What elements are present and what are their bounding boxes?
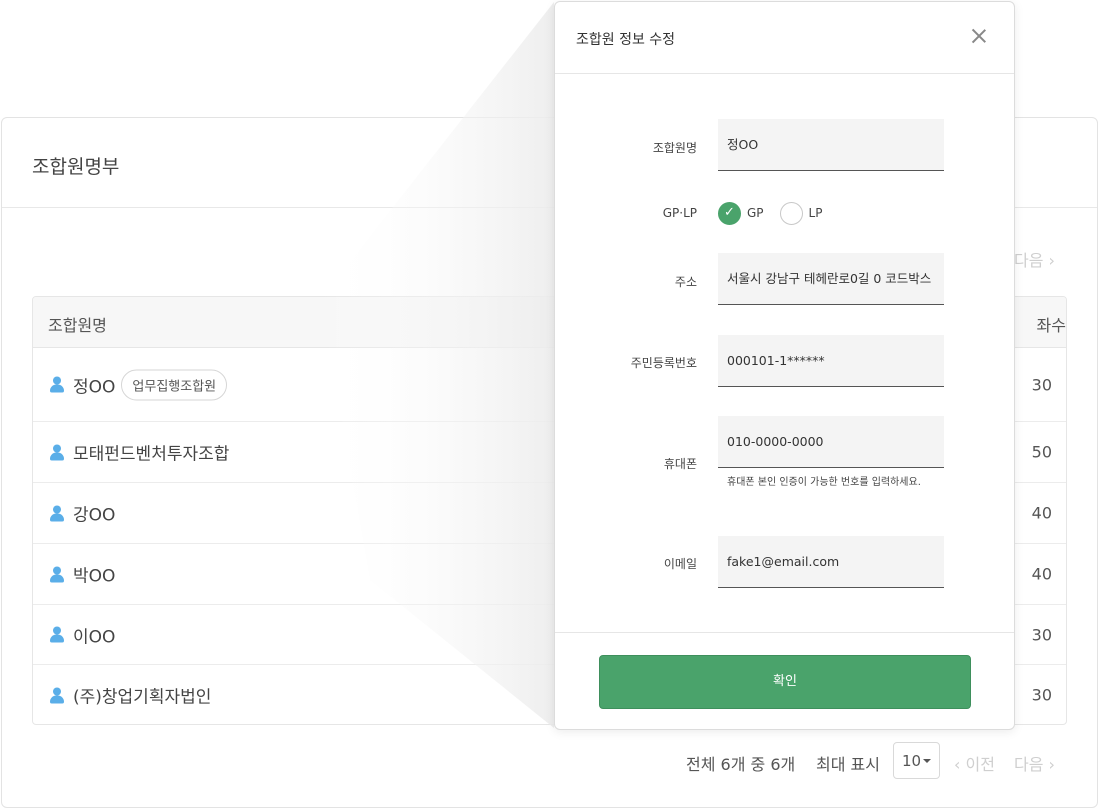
person-icon: [49, 444, 65, 460]
dialog-footer-divider: [555, 632, 1014, 633]
person-icon: [49, 376, 65, 393]
radio-lp-label[interactable]: LP: [809, 206, 823, 220]
role-badge: 업무집행조합원: [121, 369, 228, 400]
phone-field-value: 010-0000-0000: [727, 434, 824, 449]
card-title: 조합원명부: [32, 156, 120, 178]
type-radio-group: GP LP: [718, 201, 838, 225]
pagination-bar: 전체 6개 중 6개 최대 표시 10 ‹ 이전 다음 ›: [0, 742, 1100, 782]
share-count: 50: [1031, 442, 1052, 462]
email-field[interactable]: fake1@email.com: [718, 536, 944, 588]
member-cell: 박OO: [49, 562, 115, 587]
column-header-name[interactable]: 조합원명: [48, 312, 107, 336]
member-name: 이OO: [73, 627, 116, 647]
member-name: (주)창업기획자법인: [73, 687, 212, 708]
caret-down-icon: [923, 759, 931, 763]
rrn-label: 주민등록번호: [630, 356, 697, 370]
phone-label: 휴대폰: [663, 457, 697, 471]
page-size-value: 10: [902, 752, 922, 770]
dialog-title: 조합원 정보 수정: [576, 32, 676, 48]
confirm-button[interactable]: 확인: [599, 655, 971, 709]
top-next-link[interactable]: 다음 ›: [1014, 247, 1055, 271]
member-name: 정OO: [73, 377, 116, 397]
dialog-header: 조합원 정보 수정: [555, 2, 1014, 74]
column-header-count[interactable]: 좌수: [1037, 312, 1066, 336]
type-label: GP·LP: [662, 206, 697, 220]
close-icon[interactable]: [972, 29, 986, 43]
name-label: 조합원명: [652, 141, 697, 155]
radio-gp-label[interactable]: GP: [747, 206, 764, 220]
member-name: 박OO: [73, 566, 116, 587]
rrn-field-value: 000101-1******: [727, 353, 825, 368]
share-count: 30: [1031, 685, 1052, 705]
member-cell: 강OO: [49, 501, 115, 526]
phone-field[interactable]: 010-0000-0000: [718, 416, 944, 468]
member-cell: 모태펀드벤처투자조합: [49, 440, 229, 465]
share-count: 40: [1031, 564, 1052, 584]
edit-member-dialog: 조합원 정보 수정 조합원명 정OO GP·LP GP LP 주소 서울시 강남…: [554, 1, 1015, 730]
phone-hint: 휴대폰 본인 인증이 가능한 번호를 입력하세요.: [727, 477, 921, 488]
prev-page-button[interactable]: ‹ 이전: [954, 751, 995, 775]
address-label: 주소: [674, 275, 697, 289]
email-field-value: fake1@email.com: [727, 554, 840, 569]
member-cell: 정OO 업무집행조합원: [49, 369, 228, 400]
email-label: 이메일: [663, 557, 697, 571]
share-count: 40: [1031, 503, 1052, 523]
total-count: 전체 6개 중 6개: [686, 755, 796, 774]
address-field-value: 서울시 강남구 테헤란로0길 0 코드박스: [727, 271, 932, 286]
member-cell: (주)창업기획자법인: [49, 683, 211, 708]
person-icon: [49, 687, 65, 703]
person-icon: [49, 505, 65, 521]
page-size-select[interactable]: 10: [893, 742, 940, 779]
person-icon: [49, 626, 65, 643]
radio-gp[interactable]: [718, 201, 741, 225]
address-field[interactable]: 서울시 강남구 테헤란로0길 0 코드박스: [718, 253, 944, 305]
name-field[interactable]: 정OO: [718, 119, 944, 171]
max-display-label: 최대 표시: [816, 755, 880, 774]
next-page-button[interactable]: 다음 ›: [1014, 751, 1055, 775]
member-cell: 이OO: [49, 622, 115, 647]
person-icon: [49, 566, 65, 582]
name-field-value: 정OO: [727, 137, 759, 152]
share-count: 30: [1031, 625, 1052, 644]
radio-lp[interactable]: [779, 201, 803, 225]
rrn-field[interactable]: 000101-1******: [718, 335, 944, 387]
member-name: 모태펀드벤처투자조합: [73, 444, 230, 465]
share-count: 30: [1031, 375, 1052, 394]
member-name: 강OO: [73, 505, 116, 526]
